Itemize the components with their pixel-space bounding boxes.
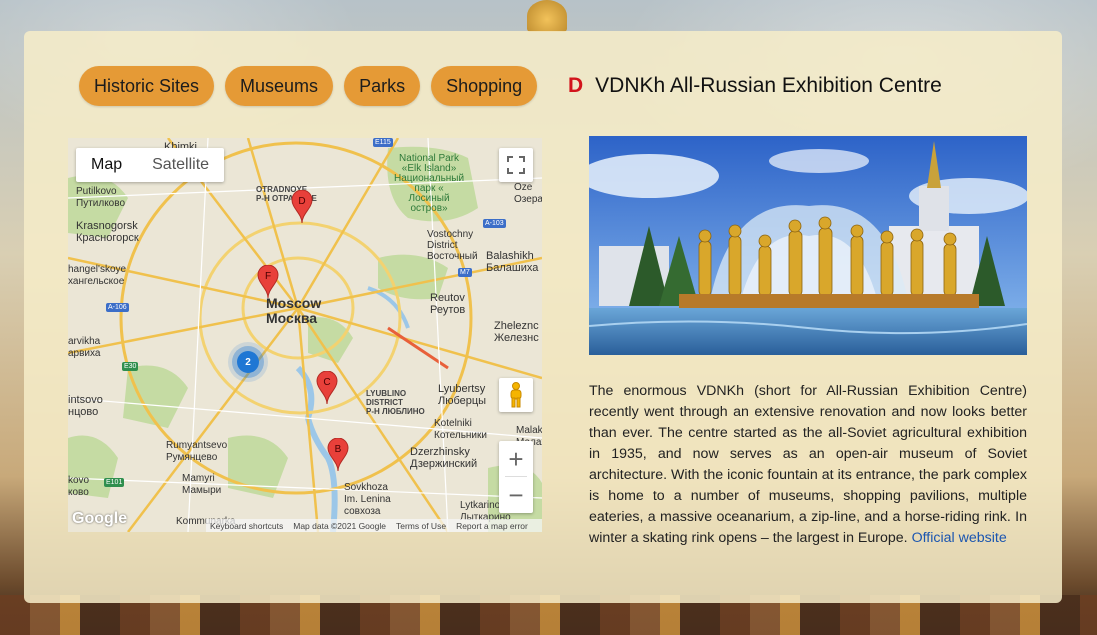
- map-label-rumyantsevo: Rumyantsevo Румянцево: [166, 440, 228, 463]
- map-label-sovkhoza: Sovkhoza Im. Lenina совхоза: [344, 482, 391, 517]
- map-marker-f[interactable]: F: [257, 264, 279, 299]
- map-type-satellite-button[interactable]: Satellite: [137, 148, 224, 182]
- pegman-icon: [510, 382, 522, 408]
- street-view-button[interactable]: [499, 378, 533, 412]
- place-photo: [589, 136, 1027, 355]
- keyboard-shortcuts-link[interactable]: Keyboard shortcuts: [210, 521, 283, 531]
- category-tabs: Historic Sites Museums Parks Shopping: [79, 66, 538, 106]
- map-marker-b[interactable]: B: [327, 437, 349, 472]
- map-label-kotelniki: Kotelniki Котельники: [434, 418, 487, 441]
- zoom-out-button[interactable]: −: [499, 477, 533, 513]
- fullscreen-button[interactable]: [499, 148, 533, 182]
- marker-letter: D: [298, 196, 306, 207]
- terms-of-use-link[interactable]: Terms of Use: [396, 521, 446, 531]
- map-label-reutov: Reutov Реутов: [430, 292, 466, 316]
- zoom-divider: [505, 476, 527, 477]
- map[interactable]: E115 A-103 M7 A-106 E30 E101 Khimki Kras…: [68, 138, 542, 532]
- google-logo: Google: [72, 510, 128, 527]
- official-website-link[interactable]: Official website: [912, 530, 1007, 546]
- map-label-lyublino: LYUBLINO DISTRICT Р-Н ЛЮБЛИНО: [366, 389, 425, 416]
- tab-shopping[interactable]: Shopping: [431, 66, 538, 106]
- tab-parks[interactable]: Parks: [344, 66, 421, 106]
- road-shield-e115: E115: [373, 138, 393, 147]
- map-label-dzerzhinsky: Dzerzhinsky Дзержинский: [410, 446, 478, 470]
- map-label-national-park: National Park «Elk Island» Национальный …: [394, 153, 465, 214]
- marker-letter: B: [334, 444, 342, 455]
- tab-historic-sites[interactable]: Historic Sites: [79, 66, 215, 106]
- map-marker-c[interactable]: C: [316, 370, 338, 405]
- map-type-control: Map Satellite: [76, 148, 225, 182]
- map-label-kokovo: kovo ково: [68, 475, 90, 498]
- map-label-oze: Oze Озера: [514, 182, 542, 205]
- place-name: VDNKh All-Russian Exhibition Centre: [595, 74, 942, 97]
- map-label-angelskoye: hangel'skoye хангельское: [68, 264, 127, 287]
- map-marker-cluster[interactable]: 2: [237, 351, 259, 373]
- map-footer: Keyboard shortcuts Map data ©2021 Google…: [206, 519, 542, 532]
- road-shield-e30: E30: [122, 362, 139, 371]
- map-label-lyubertsy: Lyubertsy Люберцы: [438, 383, 487, 407]
- map-label-mamyri: Mamyri Мамыри: [182, 473, 222, 496]
- map-label-vostochny: Vostochny District Восточный: [427, 229, 478, 262]
- tab-museums[interactable]: Museums: [225, 66, 334, 106]
- road-shield-e101: E101: [104, 478, 125, 487]
- map-label-vnukovo: intsovo нцово: [68, 394, 103, 418]
- map-label-moscow: Moscow Москва: [266, 295, 322, 326]
- report-map-error-link[interactable]: Report a map error: [456, 521, 528, 531]
- fullscreen-icon: [507, 156, 525, 174]
- map-label-putilkovo: Putilkovo Путилково: [76, 186, 125, 209]
- place-description: The enormous VDNKh (short for All-Russia…: [589, 381, 1027, 549]
- road-shield-a103: A-103: [483, 219, 506, 228]
- road-shield-m7: M7: [458, 268, 472, 277]
- map-label-barvikha: arvikha арвиха: [68, 336, 101, 359]
- map-type-map-button[interactable]: Map: [76, 148, 137, 182]
- map-data-attribution: Map data ©2021 Google: [293, 521, 386, 531]
- marker-letter: F: [264, 271, 272, 282]
- zoom-in-button[interactable]: +: [499, 441, 533, 477]
- map-marker-d[interactable]: D: [291, 189, 313, 224]
- place-letter: D: [568, 74, 584, 97]
- background-dome: [527, 0, 567, 32]
- road-shield-a106: A-106: [106, 303, 129, 312]
- zoom-control: + −: [499, 441, 533, 513]
- map-label-balashikha: Balashikh Балашиха: [486, 250, 539, 274]
- map-label-krasnogorsk: Krasnogorsk Красногорск: [76, 220, 139, 244]
- fountain-illustration: [589, 136, 1027, 355]
- place-title: D VDNKh All-Russian Exhibition Centre: [568, 74, 942, 98]
- marker-letter: C: [323, 377, 331, 388]
- map-label-zheleznod: Zheleznc Железнс: [494, 320, 539, 344]
- description-text: The enormous VDNKh (short for All-Russia…: [589, 383, 1027, 546]
